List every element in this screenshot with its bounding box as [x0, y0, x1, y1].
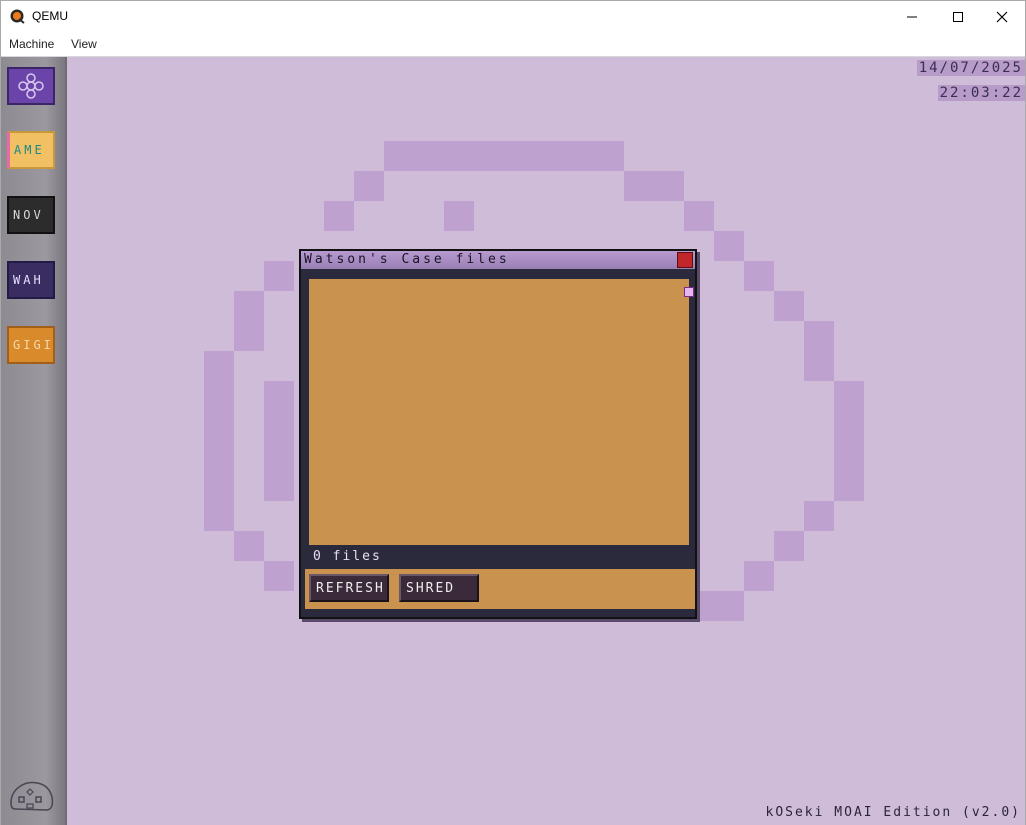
settings-flower-icon [18, 73, 44, 99]
dialog-button-bar: REFRESH SHRED [305, 569, 695, 609]
case-files-dialog: Watson's Case files 0 files REFRESH SHRE… [299, 249, 697, 619]
moai-logo-icon[interactable] [9, 779, 55, 815]
sidebar-item-ame[interactable]: AME [7, 131, 55, 169]
refresh-button[interactable]: REFRESH [309, 574, 389, 602]
sidebar: AME NOV WAH GIGI [1, 57, 67, 825]
dialog-titlebar[interactable]: Watson's Case files [301, 251, 695, 269]
menu-view[interactable]: View [71, 37, 97, 51]
file-count-status: 0 files [313, 549, 382, 564]
shred-button[interactable]: SHRED [399, 574, 479, 602]
clock-time: 22:03:22 [937, 85, 1025, 101]
close-icon [996, 11, 1008, 22]
sidebar-item-nov[interactable]: NOV [7, 196, 55, 234]
mouse-cursor-icon [684, 287, 694, 297]
guest-screen[interactable]: AME NOV WAH GIGI 14/07/2025 22:03:22 Wat… [1, 57, 1025, 825]
clock-date: 14/07/2025 [916, 60, 1025, 76]
close-button[interactable] [979, 1, 1025, 32]
maximize-button[interactable] [935, 1, 981, 32]
dialog-close-button[interactable] [677, 252, 693, 268]
sidebar-item-settings[interactable] [7, 67, 55, 105]
dialog-title: Watson's Case files [304, 252, 510, 267]
file-list[interactable] [309, 279, 689, 545]
sidebar-item-gigi[interactable]: GIGI [7, 326, 55, 364]
qemu-app-icon [10, 9, 25, 24]
minimize-button[interactable] [889, 1, 935, 32]
sidebar-item-wah[interactable]: WAH [7, 261, 55, 299]
title-bar: QEMU [1, 1, 1025, 32]
os-edition-label: kOSeki MOAI Edition (v2.0) [765, 805, 1021, 820]
qemu-window: QEMU Machine View AME NOV WAH GIGI 14/07… [0, 0, 1026, 825]
menu-bar: Machine View [1, 32, 1025, 57]
menu-machine[interactable]: Machine [9, 37, 54, 51]
window-title: QEMU [32, 9, 68, 23]
minimize-icon [907, 16, 917, 17]
maximize-icon [953, 11, 963, 22]
